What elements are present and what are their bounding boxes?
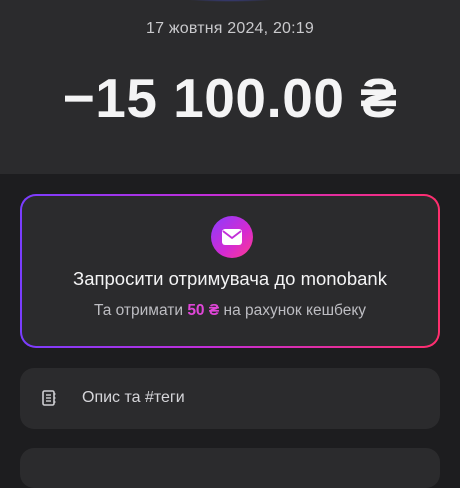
- description-tags-label: Опис та #теги: [82, 389, 185, 406]
- notes-icon: [42, 390, 56, 411]
- invite-title: Запросити отримувача до monobank: [73, 268, 387, 289]
- top-glow-decoration: [180, 0, 280, 2]
- invite-subtitle-text: Та отримати: [93, 302, 188, 319]
- invite-subtitle: Та отримати 50 ₴ на рахунок кешбеку: [22, 302, 438, 320]
- cashback-amount: 50 ₴: [187, 302, 220, 319]
- transaction-header: 17 жовтня 2024, 20:19 −15 100.00 ₴: [0, 0, 460, 174]
- transaction-amount: −15 100.00 ₴: [62, 67, 398, 129]
- description-tags-row[interactable]: Опис та #теги: [20, 368, 440, 429]
- next-section-row[interactable]: [20, 448, 440, 488]
- invite-subtitle-text-end: на рахунок кешбеку: [219, 302, 367, 319]
- invite-recipient-card[interactable]: Запросити отримувача до monobank Та отри…: [20, 194, 440, 348]
- transaction-datetime: 17 жовтня 2024, 20:19: [146, 20, 314, 37]
- envelope-icon: [211, 216, 253, 258]
